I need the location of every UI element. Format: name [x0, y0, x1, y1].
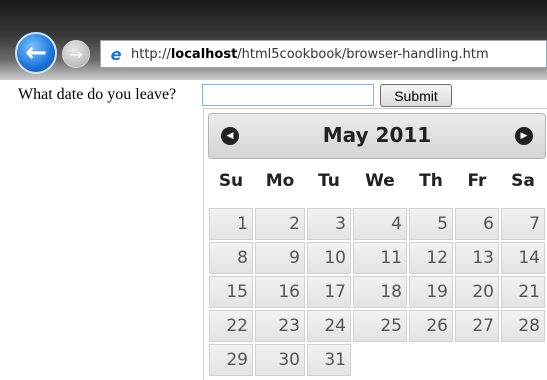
- day-cell[interactable]: 25: [353, 310, 407, 342]
- day-cell[interactable]: 5: [409, 208, 453, 240]
- weekday-label: Tu: [318, 171, 340, 191]
- day-cell[interactable]: 7: [501, 208, 545, 240]
- datepicker: ◀ May 2011 ▶ Su Mo Tu We Th Fr Sa 1 2 3 …: [203, 108, 547, 380]
- day-cell[interactable]: 10: [307, 242, 351, 274]
- day-cell[interactable]: 18: [353, 276, 407, 308]
- weekday-label: Mo: [265, 171, 295, 191]
- day-cell[interactable]: 6: [455, 208, 499, 240]
- weekday-label: We: [365, 171, 395, 191]
- month-title: May 2011: [322, 123, 432, 147]
- day-cell[interactable]: 24: [307, 310, 351, 342]
- day-cell[interactable]: 4: [353, 208, 407, 240]
- submit-button[interactable]: Submit: [380, 84, 452, 107]
- day-cell[interactable]: 31: [307, 344, 351, 376]
- day-cell[interactable]: 15: [209, 276, 253, 308]
- weekday-label: Su: [218, 171, 244, 191]
- address-text: http://localhost/html5cookbook/browser-h…: [131, 47, 489, 62]
- chevron-right-icon[interactable]: ▶: [515, 127, 533, 145]
- datepicker-header: ◀ May 2011 ▶: [208, 113, 546, 159]
- day-cell[interactable]: 9: [255, 242, 305, 274]
- day-cell[interactable]: 17: [307, 276, 351, 308]
- day-cell[interactable]: 28: [501, 310, 545, 342]
- weekday-header: Su Mo Tu We Th Fr Sa: [208, 171, 547, 191]
- day-cell[interactable]: 27: [455, 310, 499, 342]
- day-cell[interactable]: 8: [209, 242, 253, 274]
- forward-arrow-icon: →: [69, 44, 83, 64]
- day-cell[interactable]: 16: [255, 276, 305, 308]
- day-cell[interactable]: 20: [455, 276, 499, 308]
- day-cell[interactable]: 14: [501, 242, 545, 274]
- weekday-label: Th: [419, 171, 443, 191]
- day-cell[interactable]: 21: [501, 276, 545, 308]
- day-cell[interactable]: 29: [209, 344, 253, 376]
- url-path: /html5cookbook/browser-handling.htm: [237, 46, 489, 62]
- day-grid: 1 2 3 4 5 6 7 8 9 10 11 12 13 14 15 16 1…: [208, 207, 546, 377]
- day-cell[interactable]: 12: [409, 242, 453, 274]
- date-question-label: What date do you leave?: [18, 86, 177, 103]
- weekday-label: Sa: [511, 171, 535, 191]
- day-cell[interactable]: 19: [409, 276, 453, 308]
- weekday-label: Fr: [467, 171, 487, 191]
- day-cell[interactable]: 11: [353, 242, 407, 274]
- day-cell[interactable]: 13: [455, 242, 499, 274]
- day-cell[interactable]: 3: [307, 208, 351, 240]
- ie-logo-icon: e: [110, 44, 122, 64]
- browser-chrome: ← → e http://localhost/html5cookbook/bro…: [0, 0, 547, 80]
- day-cell[interactable]: 23: [255, 310, 305, 342]
- address-bar[interactable]: e http://localhost/html5cookbook/browser…: [100, 40, 547, 68]
- day-cell[interactable]: 22: [209, 310, 253, 342]
- back-button[interactable]: ←: [15, 32, 57, 74]
- day-cell[interactable]: 1: [209, 208, 253, 240]
- day-cell[interactable]: 26: [409, 310, 453, 342]
- back-arrow-icon: ←: [25, 38, 47, 68]
- url-host: localhost: [170, 46, 238, 62]
- day-cell[interactable]: 30: [255, 344, 305, 376]
- url-prefix: http://: [131, 46, 171, 62]
- date-input[interactable]: [202, 84, 374, 106]
- day-cell[interactable]: 2: [255, 208, 305, 240]
- forward-button[interactable]: →: [62, 40, 90, 68]
